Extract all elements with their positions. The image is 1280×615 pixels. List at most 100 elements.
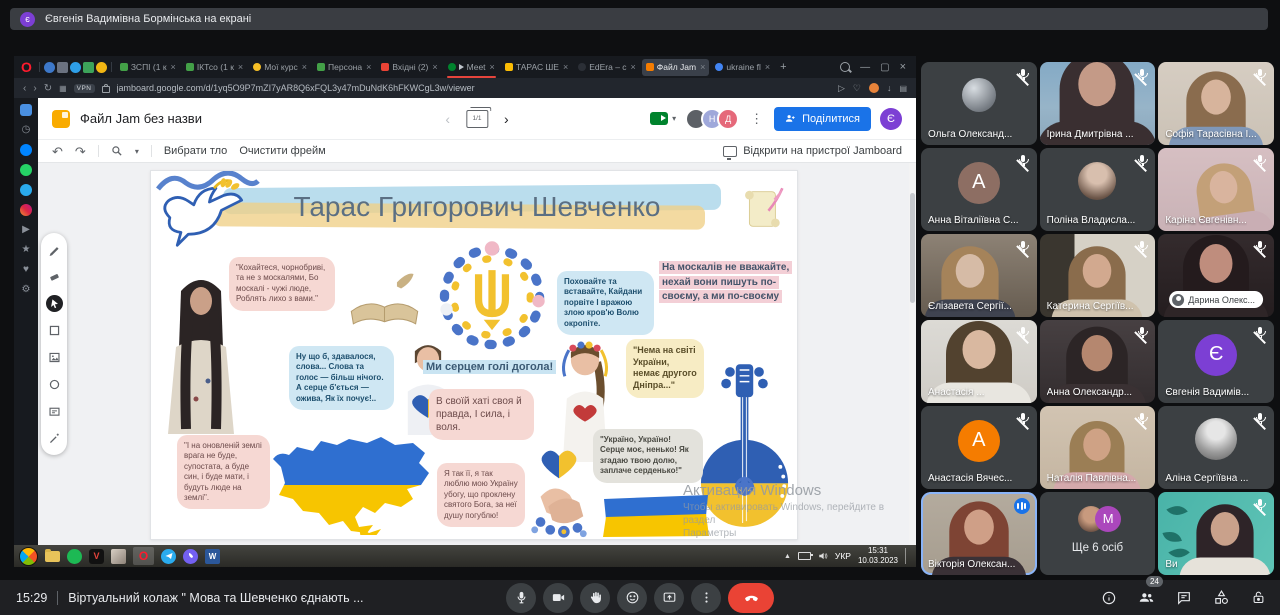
opera-taskbar-icon[interactable]: O: [133, 547, 154, 565]
eraser-tool-icon[interactable]: [46, 268, 63, 285]
bookmarks-icon[interactable]: ★: [20, 244, 32, 256]
account-avatar[interactable]: Є: [880, 108, 902, 130]
volume-icon[interactable]: [818, 551, 828, 561]
scroll-quill-illustration[interactable]: [739, 183, 791, 235]
start-button[interactable]: [19, 547, 38, 566]
word-icon[interactable]: W: [205, 549, 220, 564]
pinned-tab-icon[interactable]: [96, 62, 107, 73]
pen-tool-icon[interactable]: [46, 241, 63, 258]
favorite-icon[interactable]: ♡: [853, 83, 861, 94]
language-indicator[interactable]: УКР: [835, 551, 851, 561]
more-options-button[interactable]: [691, 583, 721, 613]
select-tool-icon[interactable]: [46, 295, 63, 312]
whatsapp-icon[interactable]: [20, 164, 32, 176]
board-title[interactable]: Тарас Григорович Шевченко: [217, 191, 737, 223]
tab-close-icon[interactable]: ×: [765, 62, 770, 72]
camera-button[interactable]: [543, 583, 573, 613]
image-app-icon[interactable]: [111, 549, 126, 564]
profile-avatar-icon[interactable]: [869, 83, 879, 93]
tab-close-icon[interactable]: ×: [302, 62, 307, 72]
pinned-tab-icon[interactable]: [44, 62, 55, 73]
jamboard-canvas[interactable]: Тарас Григорович Шевченко: [38, 163, 916, 545]
search-icon[interactable]: [840, 62, 850, 72]
host-controls-button[interactable]: [1251, 590, 1266, 605]
participant-tile[interactable]: Дарина Олекс...: [1158, 234, 1274, 317]
opera-logo-icon[interactable]: O: [21, 60, 32, 74]
reactions-button[interactable]: [617, 583, 647, 613]
image-tool-icon[interactable]: [46, 349, 63, 366]
sticky-note[interactable]: "Кохайтеся, чорнобриві, та не з москалям…: [229, 257, 335, 311]
panel-icon[interactable]: ▤: [899, 84, 907, 93]
tab-close-icon[interactable]: ×: [366, 62, 371, 72]
new-tab-button[interactable]: +: [776, 59, 790, 76]
meeting-details-button[interactable]: [1101, 590, 1117, 606]
tab-tiling-icon[interactable]: ▦: [59, 84, 67, 93]
browser-tab-meet[interactable]: Meet×: [444, 59, 499, 76]
frame-indicator[interactable]: 1/1: [466, 110, 488, 128]
laser-tool-icon[interactable]: [46, 430, 63, 447]
participant-tile[interactable]: А Анастасія Вячес...: [921, 406, 1037, 489]
tab-close-icon[interactable]: ×: [631, 62, 636, 72]
explorer-icon[interactable]: [45, 549, 60, 564]
ukraine-map-illustration[interactable]: [263, 429, 433, 535]
scrollbar-thumb[interactable]: [910, 193, 915, 303]
sticky-note-tool-icon[interactable]: [46, 322, 63, 339]
chat-button[interactable]: [1176, 590, 1192, 606]
participant-tile[interactable]: Анна Олександр...: [1040, 320, 1156, 403]
clear-frame-button[interactable]: Очистити фрейм: [239, 145, 325, 157]
more-options-icon[interactable]: ⋮: [748, 111, 765, 127]
participant-tile[interactable]: Анастасія ...: [921, 320, 1037, 403]
telegram-icon[interactable]: [20, 184, 32, 196]
bookmark-icon[interactable]: ▷: [838, 83, 845, 94]
participants-button[interactable]: 24: [1138, 589, 1155, 606]
back-icon[interactable]: ‹: [23, 83, 26, 94]
pinned-tab-icon[interactable]: [83, 62, 94, 73]
participant-tile[interactable]: Наталія Павлівна...: [1040, 406, 1156, 489]
pinned-tab-icon[interactable]: [57, 62, 68, 73]
v-app-icon[interactable]: V: [89, 549, 104, 564]
tray-expand-icon[interactable]: ▲: [784, 553, 791, 560]
browser-tab[interactable]: Мої курс×: [249, 59, 311, 76]
sticky-note[interactable]: "Нема на світі України, немає другого Дн…: [626, 339, 704, 398]
participant-tile-speaking[interactable]: Вікторія Олексан...: [921, 492, 1037, 575]
shape-tool-icon[interactable]: [46, 376, 63, 393]
self-view-tile[interactable]: Ви: [1158, 492, 1274, 575]
tab-close-icon[interactable]: ×: [171, 62, 176, 72]
participant-tile[interactable]: А Анна Віталіївна С...: [921, 148, 1037, 231]
participant-tile[interactable]: Є Євгенія Вадимів...: [1158, 320, 1274, 403]
sticky-note[interactable]: Поховайте та вставайте, Кайдани порвіте …: [557, 271, 654, 335]
present-to-meeting-icon[interactable]: [650, 112, 668, 125]
text-box-tool-icon[interactable]: [46, 403, 63, 420]
share-button[interactable]: Поділитися: [774, 107, 871, 131]
tab-close-icon[interactable]: ×: [238, 62, 243, 72]
sticky-note[interactable]: Ну що б, здавалося, слова... Слова та го…: [289, 346, 394, 410]
tab-close-icon[interactable]: ×: [700, 62, 705, 72]
participant-tile[interactable]: Ольга Олександ...: [921, 62, 1037, 145]
participant-tile[interactable]: Ірина Дмитрівна ...: [1040, 62, 1156, 145]
file-title[interactable]: Файл Jam без назви: [80, 111, 202, 126]
sticky-note[interactable]: "Україно, Україно! Серце моє, ненько! Як…: [593, 429, 703, 483]
messenger-icon[interactable]: [20, 144, 32, 156]
browser-tab[interactable]: EdEra – с×: [574, 59, 640, 76]
browser-tab[interactable]: ТАРАС ШЕ×: [501, 59, 572, 76]
sticky-note[interactable]: "І на оновленій землі врага не буде, суп…: [177, 435, 270, 509]
telegram-taskbar-icon[interactable]: [161, 549, 176, 564]
open-on-device-button[interactable]: Відкрити на пристрої Jamboard: [723, 145, 902, 157]
browser-tab[interactable]: ІКТсо (1 к×: [182, 59, 247, 76]
participant-tile[interactable]: Катерина Сергіїв...: [1040, 234, 1156, 317]
download-icon[interactable]: ↓: [887, 83, 892, 93]
close-button[interactable]: ×: [900, 61, 906, 73]
redo-icon[interactable]: ↷: [75, 145, 86, 158]
browser-tab[interactable]: ЗСПІ (1 к×: [116, 59, 180, 76]
reload-icon[interactable]: ↻: [44, 83, 52, 94]
activities-button[interactable]: [1213, 589, 1230, 606]
chevron-down-icon[interactable]: ▾: [672, 114, 676, 123]
player-icon[interactable]: ▶: [20, 224, 32, 236]
forward-icon[interactable]: ›: [33, 83, 36, 94]
vpn-badge[interactable]: VPN: [74, 84, 95, 93]
maximize-button[interactable]: ▢: [880, 62, 889, 73]
undo-icon[interactable]: ↶: [52, 145, 63, 158]
instagram-icon[interactable]: [20, 204, 32, 216]
participant-tile[interactable]: Софія Тарасівна І...: [1158, 62, 1274, 145]
sticky-note[interactable]: Я так її, я так люблю мою Україну убогу,…: [437, 463, 525, 527]
